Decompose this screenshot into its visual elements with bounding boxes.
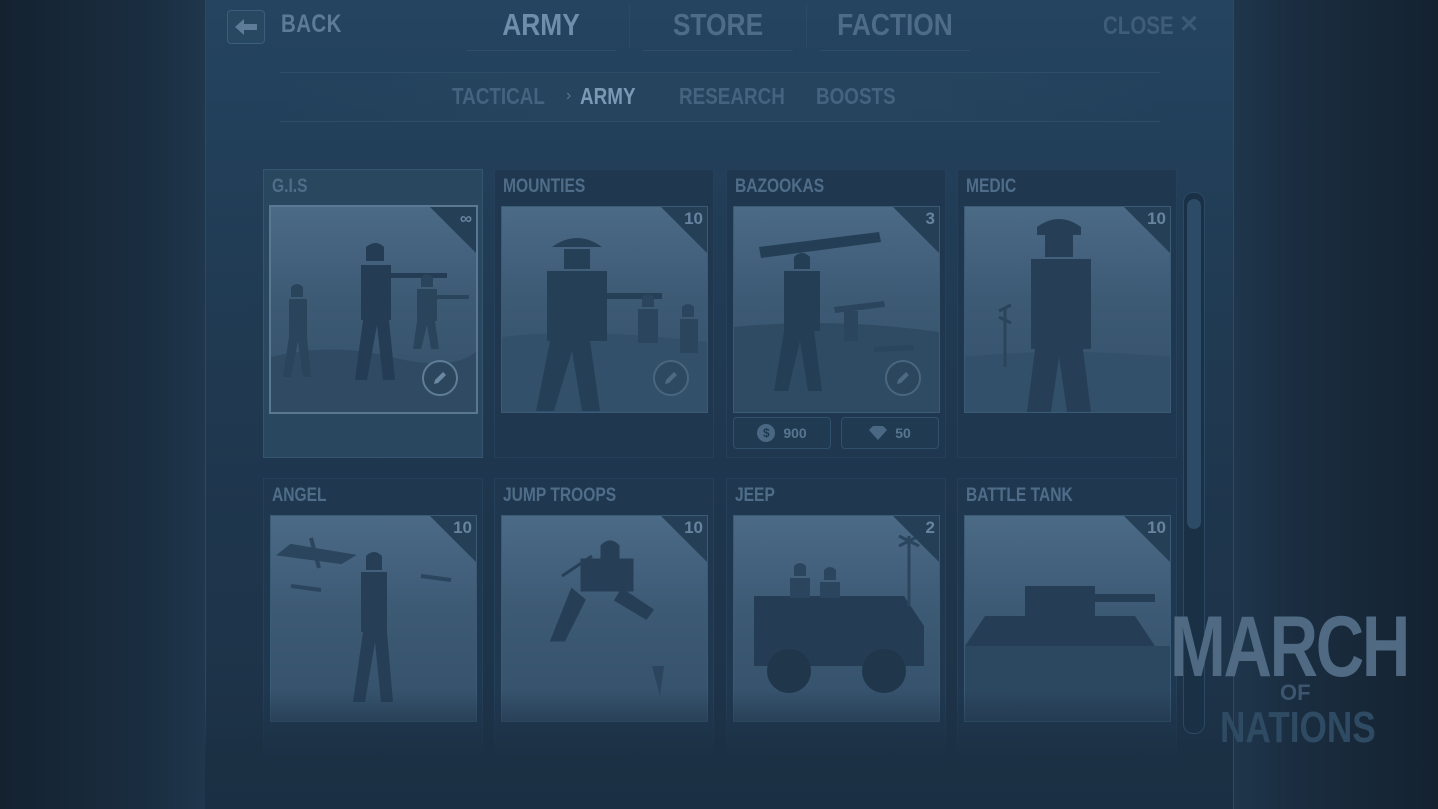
close-icon[interactable]: ✕: [1179, 10, 1199, 39]
unit-portrait: ∞: [269, 205, 478, 414]
coin-price: 900: [783, 425, 807, 441]
card-title: BAZOOKAS: [735, 176, 825, 197]
tab-store[interactable]: STORE: [643, 4, 793, 51]
unit-count: 10: [1147, 209, 1166, 228]
gem-icon: [869, 426, 888, 440]
coin-icon: $: [757, 424, 776, 442]
edit-button[interactable]: [653, 360, 689, 396]
unit-count: 10: [684, 518, 703, 537]
close-button[interactable]: CLOSE: [1103, 12, 1174, 41]
subtab-boosts[interactable]: BOOSTS: [816, 83, 896, 110]
card-title: BATTLE TANK: [966, 485, 1073, 506]
tab-army[interactable]: ARMY: [466, 4, 616, 51]
chevron-right-icon: ›: [566, 87, 572, 104]
tab-divider: [629, 4, 630, 48]
unit-card-medic[interactable]: MEDIC 10: [957, 169, 1177, 458]
back-label[interactable]: BACK: [281, 10, 342, 39]
background-left-art: [0, 0, 205, 809]
unit-portrait: 10: [501, 206, 708, 413]
card-title: ANGEL: [272, 485, 327, 506]
buy-gems-button[interactable]: 50: [841, 417, 939, 449]
back-arrow-icon: [235, 19, 257, 35]
subtab-research[interactable]: RESEARCH: [679, 83, 785, 110]
tab-faction[interactable]: FACTION: [820, 4, 970, 51]
subtab-tactical[interactable]: TACTICAL: [452, 83, 545, 110]
bottom-fade: [205, 690, 1232, 809]
buy-coins-button[interactable]: $ 900: [733, 417, 831, 449]
edit-button[interactable]: [422, 360, 458, 396]
sub-nav-bar: TACTICAL › ARMY RESEARCH BOOSTS: [280, 72, 1160, 122]
tab-divider: [806, 4, 807, 48]
unit-portrait: 3: [733, 206, 940, 413]
edit-button[interactable]: [885, 360, 921, 396]
card-title: MEDIC: [966, 176, 1017, 197]
logo-subtitle: NATIONS: [1220, 703, 1376, 748]
pencil-icon: [665, 372, 677, 384]
unit-portrait: 10: [964, 206, 1171, 413]
unit-card-bazookas[interactable]: BAZOOKAS 3 $ 900 50: [726, 169, 946, 458]
unit-card-mounties[interactable]: MOUNTIES 10: [494, 169, 714, 458]
unit-count: 10: [1147, 518, 1166, 537]
top-nav-bar: BACK ARMY STORE FACTION CLOSE ✕: [205, 0, 1232, 52]
subtab-army[interactable]: ARMY: [580, 83, 636, 110]
back-button[interactable]: [227, 10, 265, 44]
card-title: JEEP: [735, 485, 775, 506]
game-logo: MARCH OF NATIONS: [1170, 598, 1438, 748]
unit-card-gis[interactable]: G.I.S ∞: [263, 169, 483, 458]
card-title: JUMP TROOPS: [503, 485, 617, 506]
unit-count: 3: [925, 209, 935, 228]
unit-count: 10: [684, 209, 703, 228]
gem-price: 50: [895, 425, 911, 441]
unit-count: ∞: [459, 209, 472, 228]
pencil-icon: [897, 372, 909, 384]
scrollbar-thumb[interactable]: [1187, 199, 1201, 529]
unit-count: 2: [925, 518, 935, 537]
pencil-icon: [434, 372, 446, 384]
card-title: G.I.S: [272, 176, 308, 197]
card-title: MOUNTIES: [503, 176, 586, 197]
unit-count: 10: [453, 518, 472, 537]
